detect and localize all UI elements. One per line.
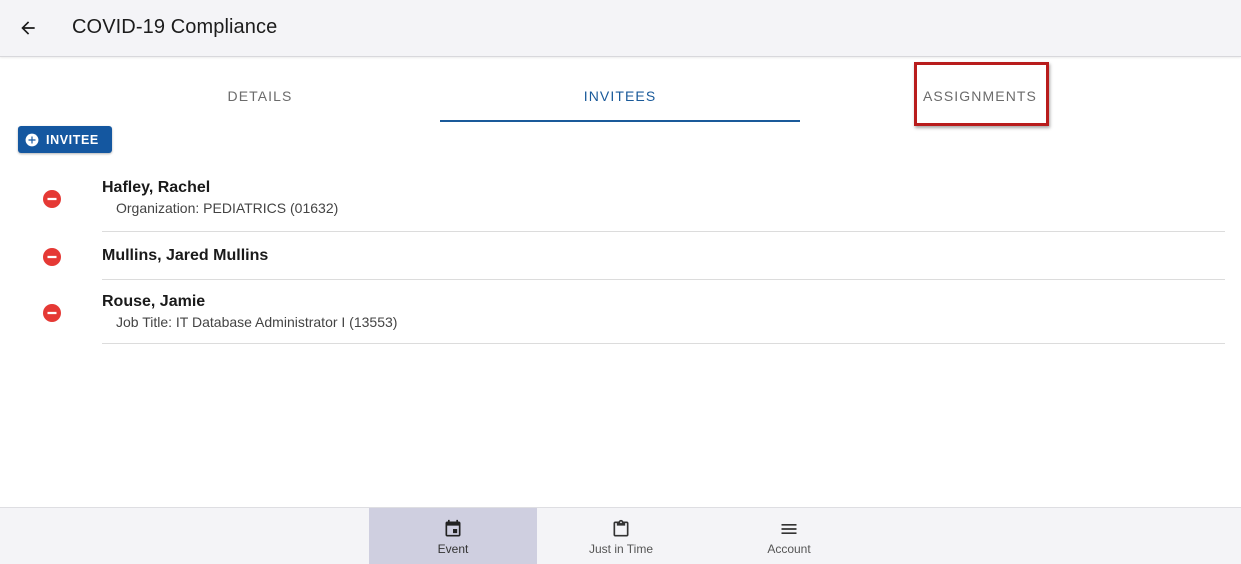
remove-circle-icon[interactable] — [43, 248, 61, 266]
invitee-detail: Organization: PEDIATRICS (01632) — [116, 200, 339, 216]
bottom-nav: Event Just in Time Account — [0, 507, 1241, 564]
invitee-list: Hafley, Rachel Organization: PEDIATRICS … — [0, 168, 1241, 344]
nav-label: Account — [767, 542, 811, 556]
list-item: Hafley, Rachel Organization: PEDIATRICS … — [0, 168, 1241, 232]
app-root: COVID-19 Compliance DETAILS INVITEES ASS… — [0, 0, 1241, 564]
nav-label: Just in Time — [588, 542, 654, 556]
invitee-detail: Job Title: IT Database Administrator I (… — [116, 314, 398, 330]
list-item: Rouse, Jamie Job Title: IT Database Admi… — [0, 280, 1241, 344]
invitee-name: Hafley, Rachel — [102, 179, 211, 196]
plus-circle-icon — [25, 133, 39, 146]
clipboard-icon — [613, 519, 629, 537]
tab-invitees[interactable]: INVITEES — [440, 70, 800, 122]
arrow-left-icon — [21, 21, 35, 35]
nav-item-just-in-time[interactable]: Just in Time — [537, 508, 705, 564]
page-title: COVID-19 Compliance — [72, 16, 278, 38]
divider — [102, 343, 1225, 344]
nav-label: Event — [437, 542, 469, 556]
remove-circle-icon[interactable] — [43, 190, 61, 208]
tab-bar: DETAILS INVITEES ASSIGNMENTS — [80, 70, 1160, 122]
add-invitee-label: INVITEE — [46, 132, 99, 147]
list-item: Mullins, Jared Mullins — [0, 232, 1241, 280]
invitee-name: Rouse, Jamie — [102, 293, 206, 310]
back-button[interactable] — [14, 14, 42, 42]
calendar-icon — [445, 519, 461, 537]
menu-icon — [781, 524, 797, 534]
remove-circle-icon[interactable] — [43, 304, 61, 322]
add-invitee-button[interactable]: INVITEE — [18, 126, 112, 153]
app-header: COVID-19 Compliance — [0, 0, 1241, 57]
tab-assignments[interactable]: ASSIGNMENTS — [800, 70, 1160, 122]
tab-details[interactable]: DETAILS — [80, 70, 440, 122]
nav-item-event[interactable]: Event — [369, 508, 537, 564]
nav-item-account[interactable]: Account — [705, 508, 873, 564]
invitee-name: Mullins, Jared Mullins — [102, 247, 269, 264]
